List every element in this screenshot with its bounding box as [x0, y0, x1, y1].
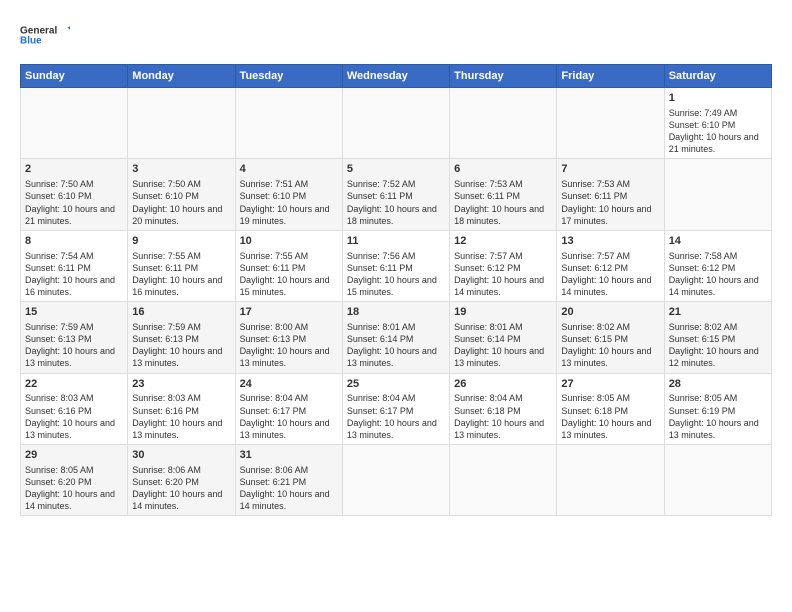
day-number: 13 — [561, 234, 659, 249]
day-number: 21 — [669, 305, 767, 320]
calendar-cell-23: 23Sunrise: 8:03 AMSunset: 6:16 PMDayligh… — [128, 373, 235, 444]
calendar-cell-22: 22Sunrise: 8:03 AMSunset: 6:16 PMDayligh… — [21, 373, 128, 444]
calendar-cell-29: 29Sunrise: 8:05 AMSunset: 6:20 PMDayligh… — [21, 445, 128, 516]
calendar-cell-21: 21Sunrise: 8:02 AMSunset: 6:15 PMDayligh… — [664, 302, 771, 373]
day-number: 23 — [132, 377, 230, 392]
calendar-cell-15: 15Sunrise: 7:59 AMSunset: 6:13 PMDayligh… — [21, 302, 128, 373]
empty-cell — [664, 159, 771, 230]
calendar-row: 29Sunrise: 8:05 AMSunset: 6:20 PMDayligh… — [21, 445, 772, 516]
calendar-cell-10: 10Sunrise: 7:55 AMSunset: 6:11 PMDayligh… — [235, 230, 342, 301]
header-day-thursday: Thursday — [450, 65, 557, 88]
day-number: 28 — [669, 377, 767, 392]
svg-text:Blue: Blue — [20, 36, 42, 47]
day-number: 11 — [347, 234, 445, 249]
day-number: 30 — [132, 448, 230, 463]
calendar-cell-20: 20Sunrise: 8:02 AMSunset: 6:15 PMDayligh… — [557, 302, 664, 373]
header-day-sunday: Sunday — [21, 65, 128, 88]
day-number: 29 — [25, 448, 123, 463]
calendar-cell-1: 1Sunrise: 7:49 AMSunset: 6:10 PMDaylight… — [664, 88, 771, 159]
calendar-cell-19: 19Sunrise: 8:01 AMSunset: 6:14 PMDayligh… — [450, 302, 557, 373]
day-number: 22 — [25, 377, 123, 392]
logo: General Blue — [20, 18, 70, 54]
empty-cell — [664, 445, 771, 516]
day-number: 15 — [25, 305, 123, 320]
page-header: General Blue — [20, 18, 772, 54]
day-number: 17 — [240, 305, 338, 320]
calendar-cell-31: 31Sunrise: 8:06 AMSunset: 6:21 PMDayligh… — [235, 445, 342, 516]
day-number: 20 — [561, 305, 659, 320]
day-number: 6 — [454, 162, 552, 177]
empty-cell — [342, 88, 449, 159]
calendar-cell-24: 24Sunrise: 8:04 AMSunset: 6:17 PMDayligh… — [235, 373, 342, 444]
calendar-cell-27: 27Sunrise: 8:05 AMSunset: 6:18 PMDayligh… — [557, 373, 664, 444]
calendar-cell-14: 14Sunrise: 7:58 AMSunset: 6:12 PMDayligh… — [664, 230, 771, 301]
calendar-cell-6: 6Sunrise: 7:53 AMSunset: 6:11 PMDaylight… — [450, 159, 557, 230]
calendar-cell-28: 28Sunrise: 8:05 AMSunset: 6:19 PMDayligh… — [664, 373, 771, 444]
day-number: 8 — [25, 234, 123, 249]
calendar-cell-30: 30Sunrise: 8:06 AMSunset: 6:20 PMDayligh… — [128, 445, 235, 516]
calendar-cell-26: 26Sunrise: 8:04 AMSunset: 6:18 PMDayligh… — [450, 373, 557, 444]
day-number: 27 — [561, 377, 659, 392]
day-number: 16 — [132, 305, 230, 320]
day-number: 5 — [347, 162, 445, 177]
day-number: 19 — [454, 305, 552, 320]
day-number: 2 — [25, 162, 123, 177]
calendar-cell-25: 25Sunrise: 8:04 AMSunset: 6:17 PMDayligh… — [342, 373, 449, 444]
logo-svg: General Blue — [20, 18, 70, 54]
day-number: 7 — [561, 162, 659, 177]
calendar-cell-7: 7Sunrise: 7:53 AMSunset: 6:11 PMDaylight… — [557, 159, 664, 230]
empty-cell — [557, 88, 664, 159]
day-number: 9 — [132, 234, 230, 249]
day-number: 24 — [240, 377, 338, 392]
calendar-row: 1Sunrise: 7:49 AMSunset: 6:10 PMDaylight… — [21, 88, 772, 159]
calendar-cell-16: 16Sunrise: 7:59 AMSunset: 6:13 PMDayligh… — [128, 302, 235, 373]
empty-cell — [450, 88, 557, 159]
day-number: 26 — [454, 377, 552, 392]
day-number: 4 — [240, 162, 338, 177]
empty-cell — [128, 88, 235, 159]
calendar-cell-12: 12Sunrise: 7:57 AMSunset: 6:12 PMDayligh… — [450, 230, 557, 301]
day-number: 25 — [347, 377, 445, 392]
calendar-row: 15Sunrise: 7:59 AMSunset: 6:13 PMDayligh… — [21, 302, 772, 373]
calendar-header: SundayMondayTuesdayWednesdayThursdayFrid… — [21, 65, 772, 88]
calendar-cell-11: 11Sunrise: 7:56 AMSunset: 6:11 PMDayligh… — [342, 230, 449, 301]
day-number: 12 — [454, 234, 552, 249]
calendar-cell-13: 13Sunrise: 7:57 AMSunset: 6:12 PMDayligh… — [557, 230, 664, 301]
empty-cell — [450, 445, 557, 516]
header-day-saturday: Saturday — [664, 65, 771, 88]
empty-cell — [342, 445, 449, 516]
svg-text:General: General — [20, 26, 57, 37]
empty-cell — [21, 88, 128, 159]
calendar-row: 8Sunrise: 7:54 AMSunset: 6:11 PMDaylight… — [21, 230, 772, 301]
calendar-cell-3: 3Sunrise: 7:50 AMSunset: 6:10 PMDaylight… — [128, 159, 235, 230]
day-number: 18 — [347, 305, 445, 320]
calendar-cell-2: 2Sunrise: 7:50 AMSunset: 6:10 PMDaylight… — [21, 159, 128, 230]
day-number: 3 — [132, 162, 230, 177]
calendar-table: SundayMondayTuesdayWednesdayThursdayFrid… — [20, 64, 772, 516]
day-number: 1 — [669, 91, 767, 106]
header-day-wednesday: Wednesday — [342, 65, 449, 88]
calendar-cell-9: 9Sunrise: 7:55 AMSunset: 6:11 PMDaylight… — [128, 230, 235, 301]
calendar-body: 1Sunrise: 7:49 AMSunset: 6:10 PMDaylight… — [21, 88, 772, 516]
day-number: 31 — [240, 448, 338, 463]
day-number: 14 — [669, 234, 767, 249]
calendar-row: 22Sunrise: 8:03 AMSunset: 6:16 PMDayligh… — [21, 373, 772, 444]
header-day-monday: Monday — [128, 65, 235, 88]
day-number: 10 — [240, 234, 338, 249]
empty-cell — [557, 445, 664, 516]
calendar-page: General Blue SundayMondayTuesdayWednesda… — [0, 0, 792, 612]
header-day-friday: Friday — [557, 65, 664, 88]
calendar-cell-5: 5Sunrise: 7:52 AMSunset: 6:11 PMDaylight… — [342, 159, 449, 230]
calendar-cell-8: 8Sunrise: 7:54 AMSunset: 6:11 PMDaylight… — [21, 230, 128, 301]
calendar-row: 2Sunrise: 7:50 AMSunset: 6:10 PMDaylight… — [21, 159, 772, 230]
header-day-tuesday: Tuesday — [235, 65, 342, 88]
calendar-cell-18: 18Sunrise: 8:01 AMSunset: 6:14 PMDayligh… — [342, 302, 449, 373]
calendar-cell-4: 4Sunrise: 7:51 AMSunset: 6:10 PMDaylight… — [235, 159, 342, 230]
empty-cell — [235, 88, 342, 159]
header-row: SundayMondayTuesdayWednesdayThursdayFrid… — [21, 65, 772, 88]
calendar-cell-17: 17Sunrise: 8:00 AMSunset: 6:13 PMDayligh… — [235, 302, 342, 373]
